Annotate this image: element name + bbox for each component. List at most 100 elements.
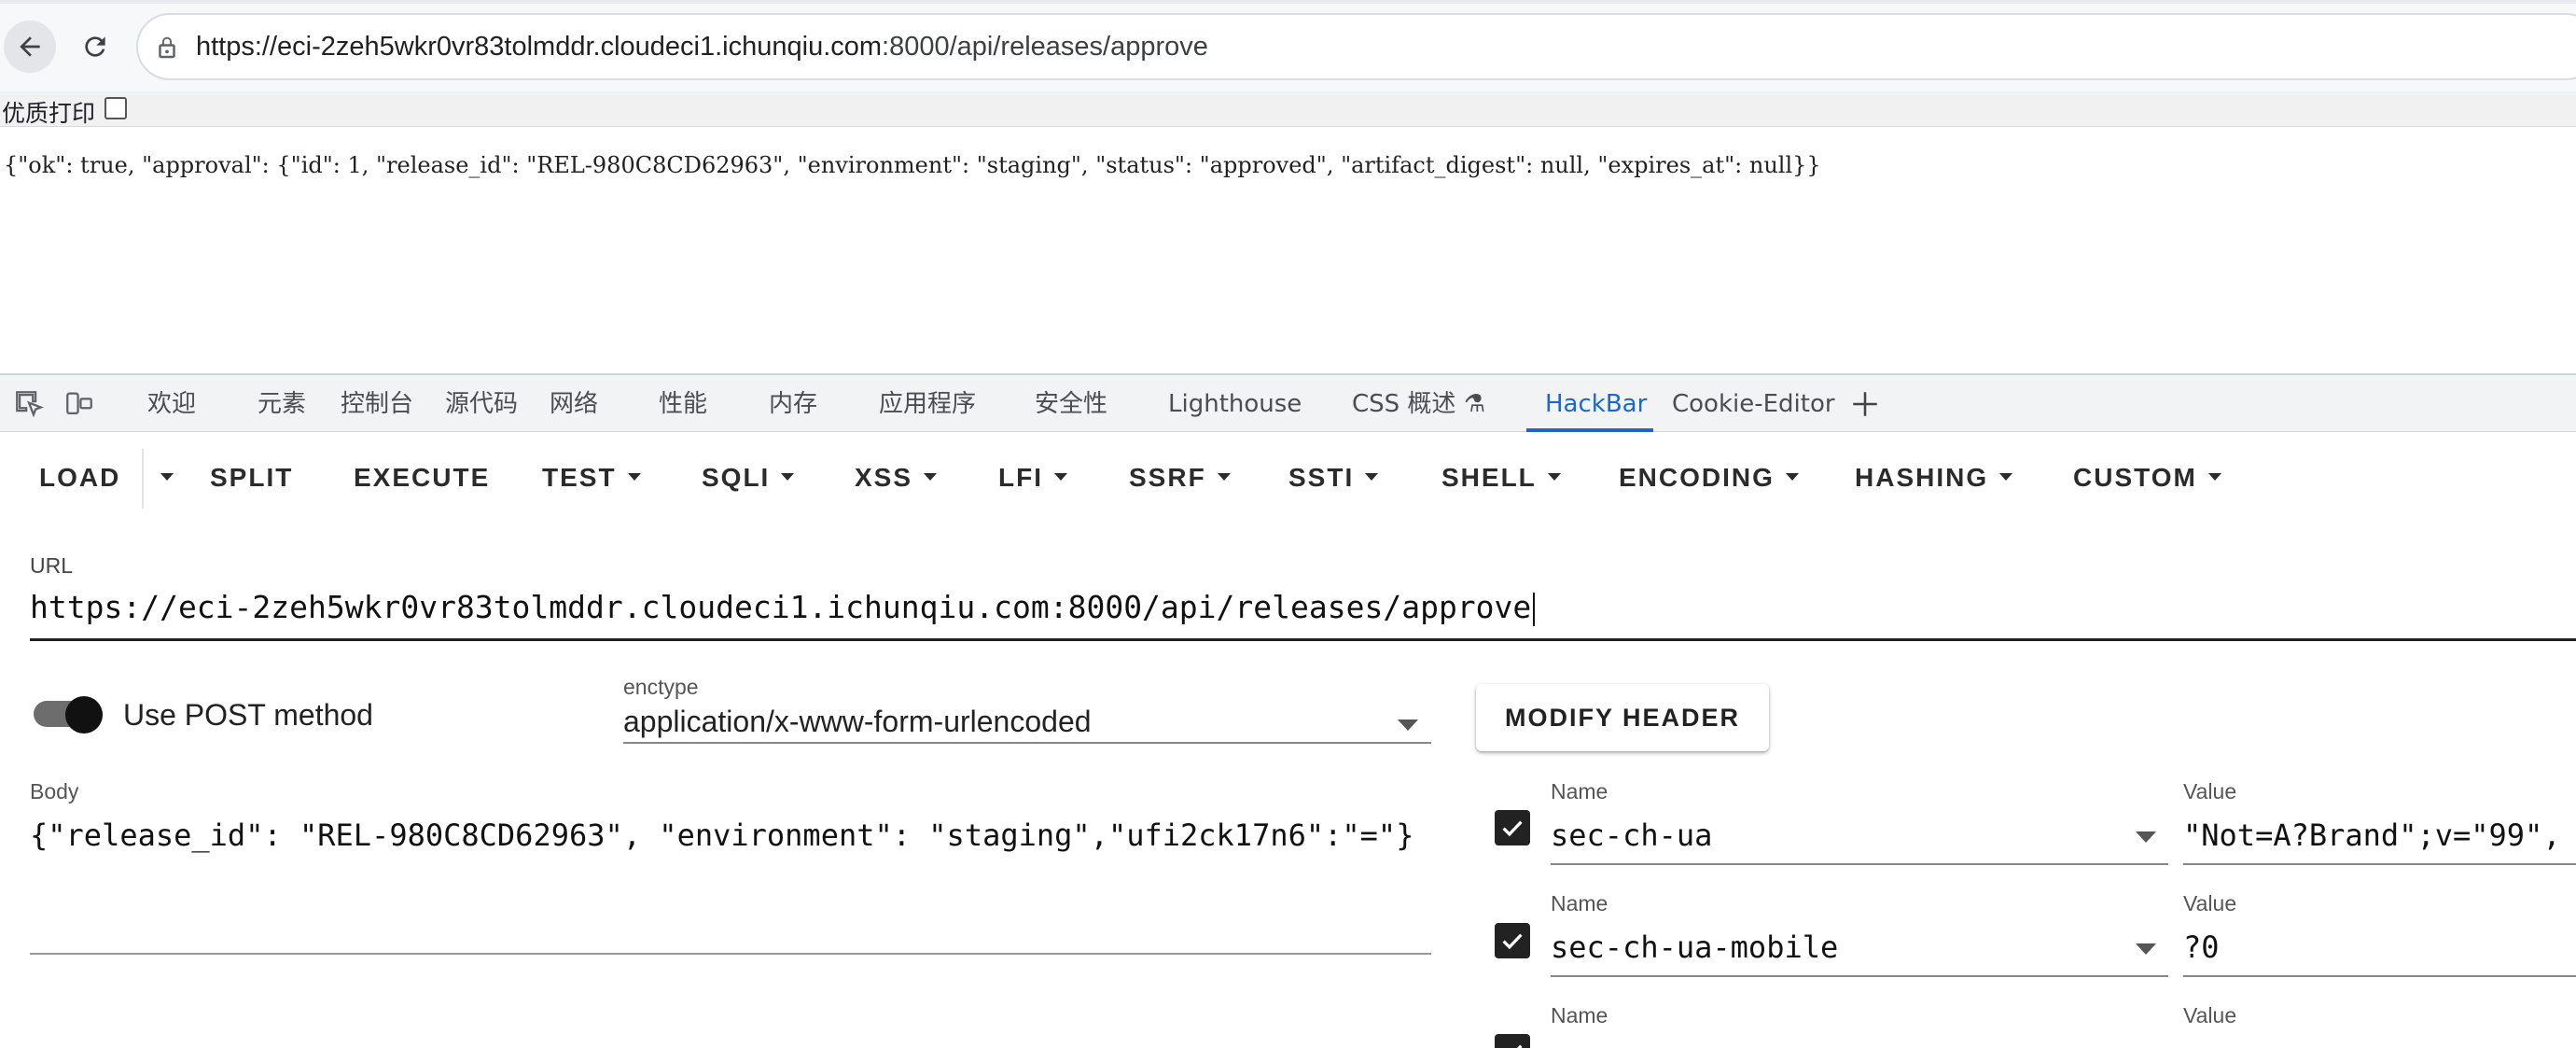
json-response: {"ok": true, "approval": {"id": 1, "rele… <box>4 152 1821 178</box>
browser-toolbar: https://eci-2zeh5wkr0vr83tolmddr.cloudec… <box>0 0 2576 91</box>
test-menu-label: TEST <box>542 463 617 492</box>
shell-menu-button[interactable]: SHELL <box>1441 458 1561 497</box>
checkmark-icon <box>1516 1044 1523 1048</box>
shell-menu-label: SHELL <box>1441 463 1537 492</box>
test-menu-button[interactable]: TEST <box>542 458 641 497</box>
post-method-toggle-knob[interactable] <box>65 696 103 734</box>
tab-strip <box>0 0 2576 4</box>
reload-button[interactable] <box>69 21 121 73</box>
tab-welcome[interactable]: 欢迎 <box>147 375 196 433</box>
reload-icon <box>85 36 105 57</box>
header-checkbox[interactable] <box>1495 810 1530 845</box>
tab-console[interactable]: 控制台 <box>341 375 413 433</box>
header-value-underline <box>2183 975 2576 977</box>
menu-divider <box>142 449 144 509</box>
header-name-select[interactable]: sec-ch-ua <box>1551 817 1712 853</box>
chevron-down-icon <box>1365 472 1379 481</box>
ssrf-menu-button[interactable]: SSRF <box>1129 458 1231 497</box>
chevron-down-icon <box>1547 472 1561 481</box>
chevron-down-icon <box>1217 472 1231 481</box>
execute-button[interactable]: EXECUTE <box>354 458 490 497</box>
load-button[interactable]: LOAD <box>39 458 120 497</box>
device-toolbar-icon[interactable] <box>63 388 95 420</box>
tab-elements[interactable]: 元素 <box>258 375 306 433</box>
chevron-down-icon[interactable] <box>1398 720 1418 731</box>
chevron-down-icon[interactable] <box>2136 831 2156 843</box>
header-name-label: Name <box>1551 891 1608 915</box>
print-label: 优质打印 <box>2 100 96 127</box>
lock-icon <box>159 36 175 59</box>
url-input-underline <box>30 638 2576 641</box>
header-value-label: Value <box>2183 1003 2237 1027</box>
header-name-label: Name <box>1551 779 1608 803</box>
chevron-down-icon <box>924 472 938 481</box>
body-field-label: Body <box>30 779 79 803</box>
header-value-label: Value <box>2183 891 2237 915</box>
header-value-input[interactable]: ?0 <box>2183 929 2220 965</box>
url-field-label: URL <box>30 553 74 578</box>
chevron-down-icon <box>160 472 174 481</box>
address-path: :8000/api/releases/approve <box>882 32 1208 62</box>
ssti-menu-label: SSTI <box>1288 463 1355 492</box>
tab-application[interactable]: 应用程序 <box>879 375 976 433</box>
header-name-underline <box>1551 975 2168 977</box>
header-name-label: Name <box>1551 1003 1608 1027</box>
header-value-input[interactable]: "Not=A?Brand";v="99", "C <box>2183 817 2576 853</box>
text-cursor <box>1533 592 1536 626</box>
sqli-menu-label: SQLI <box>702 463 771 492</box>
address-url: https://eci-2zeh5wkr0vr83tolmddr.cloudec… <box>196 32 1208 63</box>
tab-network[interactable]: 网络 <box>550 375 598 433</box>
chevron-down-icon <box>627 472 641 481</box>
xss-menu-button[interactable]: XSS <box>855 458 938 497</box>
tab-performance[interactable]: 性能 <box>659 375 707 433</box>
header-checkbox[interactable] <box>1495 1034 1530 1048</box>
tab-security[interactable]: 安全性 <box>1035 375 1107 433</box>
header-value-underline <box>2183 863 2576 865</box>
chevron-down-icon[interactable] <box>2136 943 2156 955</box>
sqli-menu-button[interactable]: SQLI <box>702 458 795 497</box>
hackbar-panel: LOAD SPLIT EXECUTE TEST SQLI XSS LFI SSR… <box>0 432 2576 1048</box>
checkmark-icon <box>1502 820 1523 837</box>
header-checkbox[interactable] <box>1495 923 1530 958</box>
tab-cookie-editor[interactable]: Cookie-Editor <box>1672 375 1835 433</box>
tab-css-overview[interactable]: CSS 概述 ⚗ <box>1352 375 1485 433</box>
load-dropdown-button[interactable] <box>149 458 174 497</box>
encoding-menu-button[interactable]: ENCODING <box>1619 458 1799 497</box>
tab-memory[interactable]: 内存 <box>769 375 817 433</box>
checkmark-icon <box>1502 933 1523 950</box>
page-content: {"ok": true, "approval": {"id": 1, "rele… <box>0 128 2576 372</box>
enctype-select[interactable]: application/x-www-form-urlencoded <box>623 705 1092 739</box>
custom-menu-button[interactable]: CUSTOM <box>2073 458 2221 497</box>
tab-hackbar[interactable]: HackBar <box>1545 375 1647 433</box>
ssti-menu-button[interactable]: SSTI <box>1288 458 1379 497</box>
chevron-down-icon <box>2207 472 2221 481</box>
address-bar[interactable]: https://eci-2zeh5wkr0vr83tolmddr.cloudec… <box>136 13 2576 80</box>
hashing-menu-button[interactable]: HASHING <box>1855 458 2013 497</box>
url-input[interactable]: https://eci-2zeh5wkr0vr83tolmddr.cloudec… <box>30 589 1536 626</box>
plus-icon[interactable] <box>1849 388 1881 420</box>
header-name-select[interactable]: sec-ch-ua-mobile <box>1551 929 1838 965</box>
body-textarea-underline <box>30 953 1431 955</box>
header-value-label: Value <box>2183 779 2237 803</box>
address-host: https://eci-2zeh5wkr0vr83tolmddr.cloudec… <box>196 32 883 62</box>
tab-lighthouse[interactable]: Lighthouse <box>1168 375 1302 433</box>
inspect-element-icon[interactable] <box>13 388 45 420</box>
custom-menu-label: CUSTOM <box>2073 463 2197 492</box>
lfi-menu-button[interactable]: LFI <box>998 458 1067 497</box>
split-button[interactable]: SPLIT <box>210 458 293 497</box>
body-textarea[interactable]: {"release_id": "REL-980C8CD62963", "envi… <box>30 817 1413 853</box>
chevron-down-icon <box>781 472 795 481</box>
ssrf-menu-label: SSRF <box>1129 463 1206 492</box>
modify-header-button[interactable]: MODIFY HEADER <box>1476 684 1769 751</box>
back-button[interactable] <box>4 21 56 73</box>
print-bar: 优质打印 <box>0 91 2576 127</box>
url-input-text: https://eci-2zeh5wkr0vr83tolmddr.cloudec… <box>30 589 1532 625</box>
print-checkbox[interactable] <box>104 97 127 119</box>
post-method-label: Use POST method <box>123 698 373 732</box>
tab-sources[interactable]: 源代码 <box>445 375 518 433</box>
devtools-tab-bar: 欢迎 元素 控制台 源代码 网络 性能 内存 应用程序 安全性 Lighthou… <box>0 373 2576 432</box>
chevron-down-icon <box>1054 472 1067 481</box>
chevron-down-icon <box>1785 472 1799 481</box>
hashing-menu-label: HASHING <box>1855 463 1989 492</box>
chevron-down-icon <box>1999 472 2013 481</box>
